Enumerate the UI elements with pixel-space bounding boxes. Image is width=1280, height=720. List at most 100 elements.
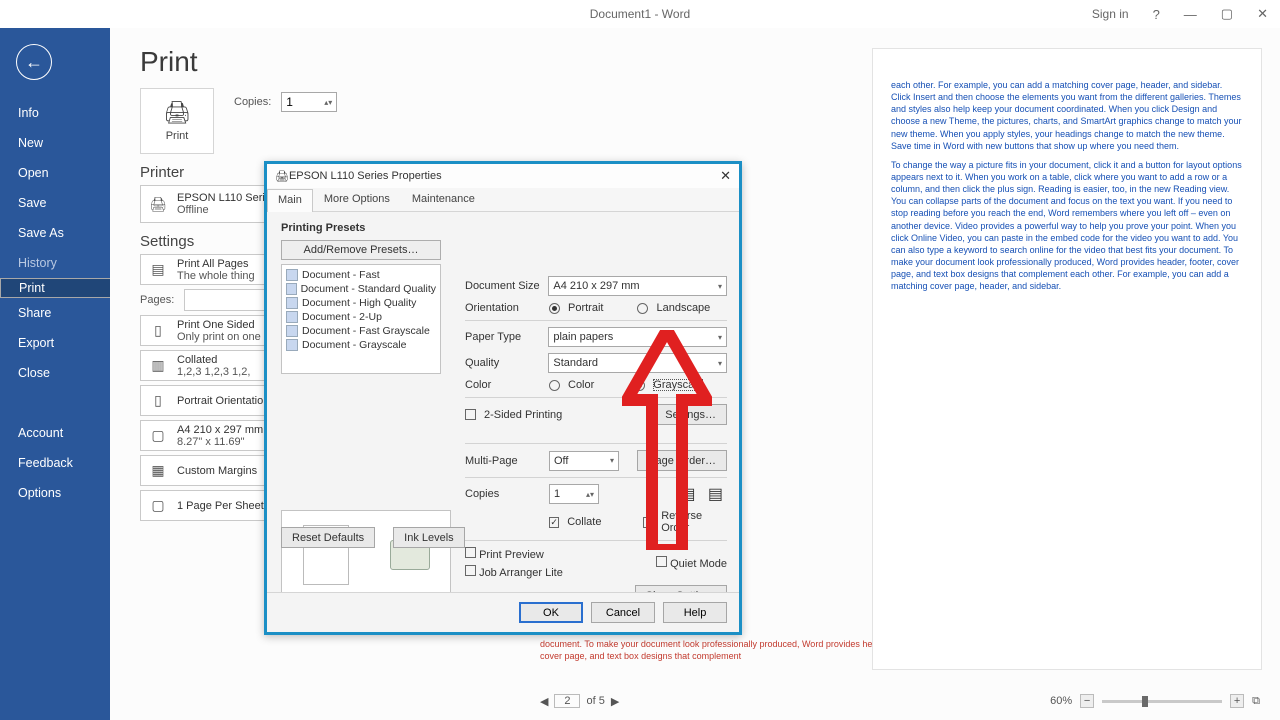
quiet-mode-checkbox[interactable] (656, 556, 667, 567)
presets-heading: Printing Presets (281, 222, 725, 234)
next-page-button[interactable]: ▶ (611, 695, 619, 708)
back-button[interactable]: ← (16, 44, 52, 80)
help-button[interactable]: Help (663, 602, 727, 623)
help-icon[interactable]: ? (1141, 7, 1172, 22)
nav-open[interactable]: Open (0, 158, 110, 188)
maximize-icon[interactable]: ▢ (1209, 6, 1245, 22)
prev-page-button[interactable]: ◀ (540, 695, 548, 708)
printer-status: Offline (177, 204, 276, 216)
preset-item: Document - Grayscale (286, 338, 436, 352)
landscape-radio[interactable] (637, 303, 648, 314)
reset-defaults-button[interactable]: Reset Defaults (281, 527, 375, 548)
paper-type-label: Paper Type (465, 331, 540, 343)
printer-properties-dialog: 🖨 EPSON L110 Series Properties ✕ Main Mo… (264, 161, 742, 635)
nav-history[interactable]: History (0, 248, 110, 278)
preset-icon (286, 311, 298, 323)
paper-type-select[interactable]: plain papers▾ (548, 327, 727, 347)
orientation-label: Orientation (465, 302, 541, 314)
app-title: Document1 - Word (590, 7, 690, 21)
print-preview: each other. For example, you can add a m… (872, 48, 1262, 670)
copies-label: Copies: (234, 96, 271, 108)
quality-label: Quality (465, 357, 540, 369)
grayscale-label: Grayscale (653, 379, 703, 391)
tab-main[interactable]: Main (267, 189, 313, 212)
add-remove-presets-button[interactable]: Add/Remove Presets… (281, 240, 441, 260)
print-preview-checkbox[interactable] (465, 547, 476, 558)
copies-spinner[interactable]: 1▴▾ (281, 92, 337, 112)
collate-diagram-icon: ▤ ▤ (680, 484, 727, 504)
ink-levels-button[interactable]: Ink Levels (393, 527, 465, 548)
page-navigator: ◀ 2 of 5 ▶ (540, 694, 619, 708)
job-arranger-checkbox[interactable] (465, 565, 476, 576)
collated-icon: ▥ (147, 357, 169, 374)
presets-list[interactable]: Document - Fast Document - Standard Qual… (281, 264, 441, 374)
quality-select[interactable]: Standard▾ (548, 353, 727, 373)
dialog-tabs: Main More Options Maintenance (267, 188, 739, 212)
color-radio[interactable] (549, 380, 560, 391)
nav-feedback[interactable]: Feedback (0, 448, 110, 478)
tab-more-options[interactable]: More Options (313, 188, 401, 211)
preview-thumbnail (281, 510, 451, 600)
zoom-bar: 60% − + ⧉ (1050, 694, 1260, 708)
nav-close[interactable]: Close (0, 358, 110, 388)
nav-save[interactable]: Save (0, 188, 110, 218)
preset-item: Document - High Quality (286, 296, 436, 310)
multi-page-label: Multi-Page (465, 455, 541, 467)
two-sided-settings-button[interactable]: Settings… (654, 404, 727, 425)
copies-label-2: Copies (465, 488, 541, 500)
nav-info[interactable]: Info (0, 98, 110, 128)
dialog-titlebar: 🖨 EPSON L110 Series Properties ✕ (267, 164, 739, 188)
copies-spinner-2[interactable]: 1▴▾ (549, 484, 599, 504)
preset-item: Document - Standard Quality (286, 282, 436, 296)
nav-account[interactable]: Account (0, 418, 110, 448)
minimize-icon[interactable]: — (1172, 7, 1209, 22)
print-settings-form: Document Size A4 210 x 297 mm▾ Orientati… (465, 270, 727, 612)
collate-checkbox[interactable]: ✓ (549, 517, 559, 528)
dialog-footer: OK Cancel Help (267, 592, 739, 632)
document-size-label: Document Size (465, 280, 540, 292)
printer-small-icon: 🖨 (275, 170, 289, 183)
fit-page-icon[interactable]: ⧉ (1252, 695, 1260, 708)
zoom-out-button[interactable]: − (1080, 694, 1094, 708)
nav-export[interactable]: Export (0, 328, 110, 358)
one-sided-icon: ▯ (147, 322, 169, 339)
preset-icon (286, 297, 298, 309)
preset-item: Document - Fast (286, 268, 436, 282)
reverse-order-checkbox[interactable] (643, 517, 653, 528)
two-sided-checkbox[interactable] (465, 409, 476, 420)
dialog-close-button[interactable]: ✕ (720, 168, 731, 184)
grayscale-radio[interactable] (634, 380, 645, 391)
zoom-in-button[interactable]: + (1230, 694, 1244, 708)
printer-name: EPSON L110 Series (177, 192, 276, 204)
preset-icon (286, 339, 298, 351)
printer-icon: 🖨 (163, 100, 191, 126)
title-bar: Document1 - Word Sign in ? — ▢ ✕ (0, 0, 1280, 28)
nav-save-as[interactable]: Save As (0, 218, 110, 248)
page-order-button[interactable]: Page Order… (637, 450, 727, 471)
current-page-input[interactable]: 2 (554, 694, 580, 708)
tab-maintenance[interactable]: Maintenance (401, 188, 486, 211)
page-per-sheet-icon: ▢ (147, 497, 169, 514)
printer-icon: 🖨 (147, 196, 169, 213)
zoom-value: 60% (1050, 695, 1072, 707)
nav-share[interactable]: Share (0, 298, 110, 328)
color-label: Color (465, 379, 541, 391)
zoom-slider[interactable] (1102, 700, 1222, 703)
nav-options[interactable]: Options (0, 478, 110, 508)
page-count-label: of 5 (586, 695, 604, 707)
pages-icon: ▤ (147, 261, 169, 278)
multi-page-select[interactable]: Off▾ (549, 451, 619, 471)
portrait-radio[interactable] (549, 303, 560, 314)
print-button[interactable]: 🖨 Print (140, 88, 214, 154)
preset-icon (286, 269, 298, 281)
document-size-select[interactable]: A4 210 x 297 mm▾ (548, 276, 727, 296)
preset-icon (286, 283, 297, 295)
margins-icon: ▦ (147, 462, 169, 479)
preset-item: Document - Fast Grayscale (286, 324, 436, 338)
close-icon[interactable]: ✕ (1245, 6, 1280, 22)
paper-icon: ▢ (147, 427, 169, 444)
cancel-button[interactable]: Cancel (591, 602, 655, 623)
nav-new[interactable]: New (0, 128, 110, 158)
ok-button[interactable]: OK (519, 602, 583, 623)
sign-in-link[interactable]: Sign in (1080, 7, 1141, 21)
